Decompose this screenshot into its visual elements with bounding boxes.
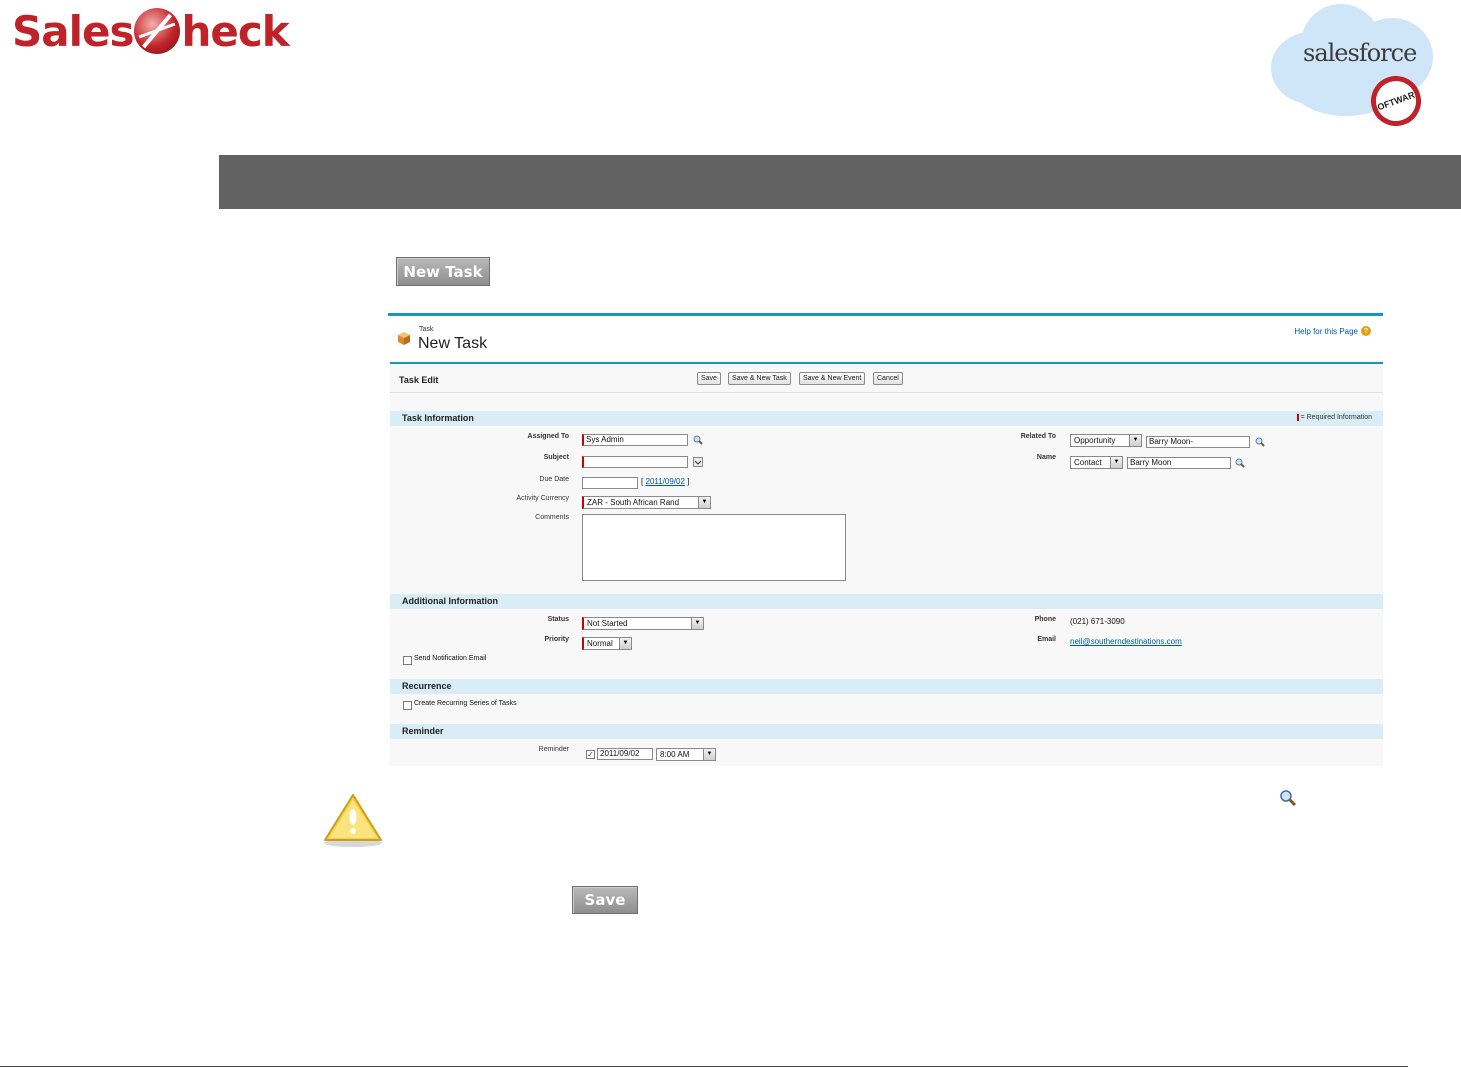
lookup-icon[interactable]	[693, 435, 703, 445]
footer-rule	[0, 1066, 1408, 1067]
due-date-input[interactable]	[582, 477, 638, 489]
subject-input[interactable]	[582, 456, 688, 468]
reminder-label: Reminder	[538, 746, 569, 753]
breadcrumb: Task	[419, 326, 434, 333]
chevron-down-icon: ▼	[619, 638, 631, 649]
priority-select[interactable]: Normal ▼	[582, 637, 632, 650]
chevron-down-icon: ▼	[698, 497, 710, 508]
phone-label: Phone	[1034, 616, 1056, 623]
help-link[interactable]: Help for this Page?	[1294, 326, 1371, 336]
divider	[390, 392, 1383, 393]
recurring-label: Create Recurring Series of Tasks	[414, 700, 517, 707]
recurring-checkbox[interactable]	[403, 701, 412, 710]
assigned-to-input[interactable]: Sys Admin	[582, 434, 688, 446]
send-notification-checkbox[interactable]	[403, 656, 412, 665]
save-new-task-button[interactable]: Save & New Task	[728, 372, 791, 385]
task-box-icon	[398, 332, 410, 345]
section-additional-information: Additional Information	[390, 594, 1383, 609]
save-button[interactable]: Save	[697, 372, 721, 385]
email-link[interactable]: neil@southerndestinations.com	[1070, 637, 1182, 646]
required-legend: = Required Information	[1296, 414, 1372, 421]
send-notification-label: Send Notification Email	[414, 655, 487, 662]
comments-label: Comments	[535, 514, 569, 521]
related-to-label: Related To	[1020, 433, 1056, 440]
header-bar	[219, 155, 1461, 209]
task-edit-panel: Task Edit Save Save & New Task Save & Ne…	[390, 362, 1383, 766]
due-date-label: Due Date	[539, 476, 569, 483]
salesforce-no-software-logo: salesforce SOFTWARE	[1271, 4, 1433, 134]
cancel-button[interactable]: Cancel	[873, 372, 903, 385]
assigned-to-label: Assigned To	[527, 433, 569, 440]
reminder-date-input[interactable]: 2011/09/02	[597, 748, 653, 760]
chevron-down-icon: ▼	[703, 749, 715, 760]
activity-currency-label: Activity Currency	[516, 495, 569, 502]
section-task-information: Task Information = Required Information	[390, 411, 1383, 426]
lookup-icon[interactable]	[1255, 437, 1265, 447]
section-recurrence: Recurrence	[390, 679, 1383, 694]
name-type-select[interactable]: Contact ▼	[1070, 456, 1123, 469]
section-reminder: Reminder	[390, 724, 1383, 739]
subject-combo-icon[interactable]	[693, 457, 703, 467]
new-task-form: Task New Task Help for this Page? Task E…	[388, 313, 1383, 766]
save-button-illustration[interactable]: Save	[572, 886, 638, 914]
due-date-today: [ 2011/09/02 ]	[641, 477, 690, 486]
activity-currency-select[interactable]: ZAR - South African Rand ▼	[582, 496, 711, 509]
lookup-magnifier-icon	[1279, 789, 1297, 807]
phone-value: (021) 671-3090	[1070, 617, 1125, 626]
comments-textarea[interactable]	[582, 514, 846, 581]
page-title: New Task	[418, 335, 488, 352]
status-select[interactable]: Not Started ▼	[582, 617, 704, 630]
email-label: Email	[1037, 636, 1056, 643]
priority-label: Priority	[544, 636, 569, 643]
status-label: Status	[547, 616, 569, 623]
name-input[interactable]: Barry Moon	[1127, 457, 1231, 469]
task-edit-title: Task Edit	[399, 375, 439, 385]
chevron-down-icon: ▼	[1110, 457, 1122, 468]
related-to-input[interactable]: Barry Moon-	[1146, 436, 1250, 448]
reminder-checkbox[interactable]: ✓	[586, 750, 595, 759]
logo-text-heck: heck	[181, 6, 289, 56]
chevron-down-icon: ▼	[1129, 435, 1141, 446]
due-date-today-link[interactable]: 2011/09/02	[645, 477, 684, 486]
chevron-down-icon: ▼	[691, 618, 703, 629]
save-new-event-button[interactable]: Save & New Event	[799, 372, 866, 385]
logo-globe-icon	[134, 8, 181, 54]
top-accent-line	[388, 313, 1383, 316]
name-label: Name	[1036, 454, 1056, 461]
warning-icon	[324, 794, 382, 847]
lookup-icon[interactable]	[1235, 458, 1245, 468]
help-icon: ?	[1361, 326, 1371, 336]
salesforce-wordmark: salesforce	[1303, 39, 1417, 67]
subject-label: Subject	[543, 454, 569, 461]
salescheck-logo: Sales heck	[12, 6, 290, 56]
reminder-time-select[interactable]: 8:00 AM ▼	[656, 748, 716, 761]
new-task-button[interactable]: New Task	[396, 257, 490, 286]
related-to-type-select[interactable]: Opportunity ▼	[1070, 434, 1142, 447]
logo-text-sales: Sales	[12, 6, 134, 56]
